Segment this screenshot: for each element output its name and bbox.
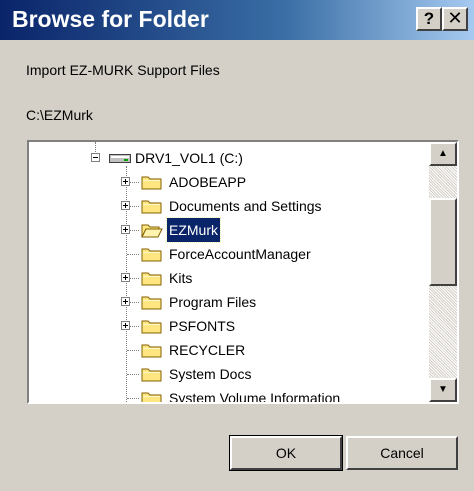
scrollbar-thumb[interactable]	[429, 198, 457, 286]
cancel-button[interactable]: Cancel	[346, 436, 458, 470]
tree-node-label: ADOBEAPP	[169, 174, 247, 190]
folder-tree[interactable]: DRV1_VOL1 (C:) ADOBEAPP Documents and Set…	[29, 142, 427, 402]
collapse-icon[interactable]	[91, 153, 100, 162]
folder-icon	[141, 344, 162, 358]
tree-node-label: System Docs	[169, 366, 252, 382]
folder-icon	[141, 296, 162, 310]
tree-node-label: PSFONTS	[169, 318, 236, 334]
tree-node-folder[interactable]: Program Files	[29, 290, 427, 314]
ok-button[interactable]: OK	[229, 435, 343, 471]
vertical-scrollbar[interactable]: ▲ ▼	[429, 142, 457, 402]
expand-icon[interactable]	[121, 297, 130, 306]
selected-path-label: C:\EZMurk	[26, 107, 93, 123]
tree-node-folder[interactable]: Documents and Settings	[29, 194, 427, 218]
tree-node-label: DRV1_VOL1 (C:)	[135, 150, 243, 166]
tree-connector	[127, 350, 139, 351]
folder-icon	[141, 176, 162, 190]
dialog-description: Import EZ-MURK Support Files	[26, 62, 220, 78]
window-title: Browse for Folder	[12, 6, 209, 32]
expand-icon[interactable]	[121, 177, 130, 186]
expand-icon[interactable]	[121, 201, 130, 210]
tree-node-label: Program Files	[169, 294, 257, 310]
folder-icon	[141, 368, 162, 382]
tree-node-label: RECYCLER	[169, 342, 246, 358]
expand-icon[interactable]	[121, 273, 130, 282]
tree-node-label: Kits	[169, 270, 193, 286]
expand-icon[interactable]	[121, 225, 130, 234]
folder-icon	[141, 200, 162, 214]
folder-open-icon	[141, 224, 163, 238]
tree-node-folder[interactable]: System Docs	[29, 362, 427, 386]
tree-node-label: EZMurk	[166, 217, 221, 243]
tree-connector	[127, 254, 139, 255]
folder-tree-view[interactable]: DRV1_VOL1 (C:) ADOBEAPP Documents and Set…	[27, 140, 459, 404]
browse-for-folder-dialog: Browse for Folder ? ✕ Import EZ-MURK Sup…	[0, 0, 474, 491]
tree-node-folder[interactable]: ADOBEAPP	[29, 170, 427, 194]
tree-node-label: Documents and Settings	[169, 198, 322, 214]
title-bar[interactable]: Browse for Folder ? ✕	[0, 0, 474, 40]
arrow-down-icon[interactable]: ▼	[429, 378, 457, 402]
tree-connector	[127, 398, 139, 399]
folder-icon	[141, 392, 162, 402]
folder-icon	[141, 248, 162, 262]
expand-icon[interactable]	[121, 321, 130, 330]
folder-icon	[141, 320, 162, 334]
folder-icon	[141, 272, 162, 286]
tree-connector	[127, 374, 139, 375]
tree-node-folder[interactable]: EZMurk	[29, 217, 427, 243]
tree-node-folder[interactable]: RECYCLER	[29, 338, 427, 362]
drive-icon	[109, 154, 131, 163]
tree-node-folder[interactable]: System Volume Information	[29, 386, 427, 402]
tree-node-folder[interactable]: Kits	[29, 266, 427, 290]
tree-node-folder[interactable]: ForceAccountManager	[29, 242, 427, 266]
tree-node-label: System Volume Information	[169, 390, 341, 402]
tree-node-folder[interactable]: PSFONTS	[29, 314, 427, 338]
help-button[interactable]: ?	[416, 7, 442, 31]
arrow-up-icon[interactable]: ▲	[429, 142, 457, 166]
tree-node-label: ForceAccountManager	[169, 246, 311, 262]
close-button[interactable]: ✕	[442, 7, 468, 31]
